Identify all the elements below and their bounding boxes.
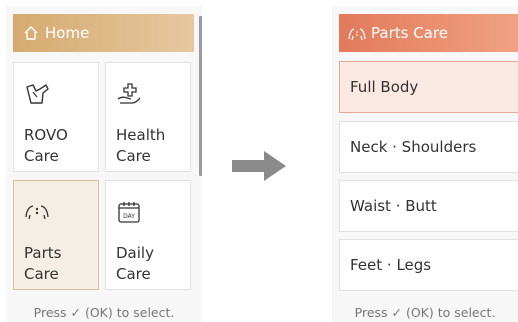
scrollbar[interactable] (199, 16, 202, 176)
tile-label: Daily Care (116, 244, 154, 283)
home-header: Home (13, 14, 194, 52)
home-screen: Home ROVO Care Health Care Parts Care DA… (6, 6, 202, 322)
select-hint: Press ✓ (OK) to select. (33, 305, 175, 320)
home-header-title: Home (45, 24, 90, 42)
tile-parts-care[interactable]: Parts Care (13, 180, 99, 290)
menu-item-label: Waist · Butt (350, 197, 437, 215)
home-icon (24, 26, 38, 40)
menu-item-label: Neck · Shoulders (350, 138, 477, 156)
parts-care-screen: Parts Care Full Body Neck · Shoulders Wa… (332, 6, 518, 322)
arrow-right-icon (232, 151, 286, 181)
tile-daily-care[interactable]: DAY Daily Care (105, 180, 191, 290)
parts-care-header: Parts Care (339, 14, 518, 52)
tile-label: Parts Care (24, 244, 62, 283)
menu-item-waist-butt[interactable]: Waist · Butt (339, 180, 518, 232)
parts-header-icon (348, 28, 366, 41)
menu-item-feet-legs[interactable]: Feet · Legs (339, 239, 518, 291)
parts-care-icon (25, 205, 49, 220)
tile-rovo-care[interactable]: ROVO Care (13, 62, 99, 172)
menu-item-neck-shoulders[interactable]: Neck · Shoulders (339, 121, 518, 173)
menu-item-label: Feet · Legs (350, 256, 432, 274)
daily-care-icon: DAY (118, 202, 140, 223)
rovo-care-icon (26, 84, 49, 104)
tile-health-care[interactable]: Health Care (105, 62, 191, 172)
daily-care-icon-text: DAY (123, 213, 135, 220)
tile-label: ROVO Care (24, 126, 68, 165)
health-care-icon (117, 83, 141, 104)
parts-care-header-title: Parts Care (371, 24, 448, 42)
menu-item-label: Full Body (350, 78, 419, 96)
tile-label: Health Care (116, 126, 166, 165)
menu-item-full-body[interactable]: Full Body (339, 61, 518, 113)
select-hint: Press ✓ (OK) to select. (354, 305, 496, 320)
